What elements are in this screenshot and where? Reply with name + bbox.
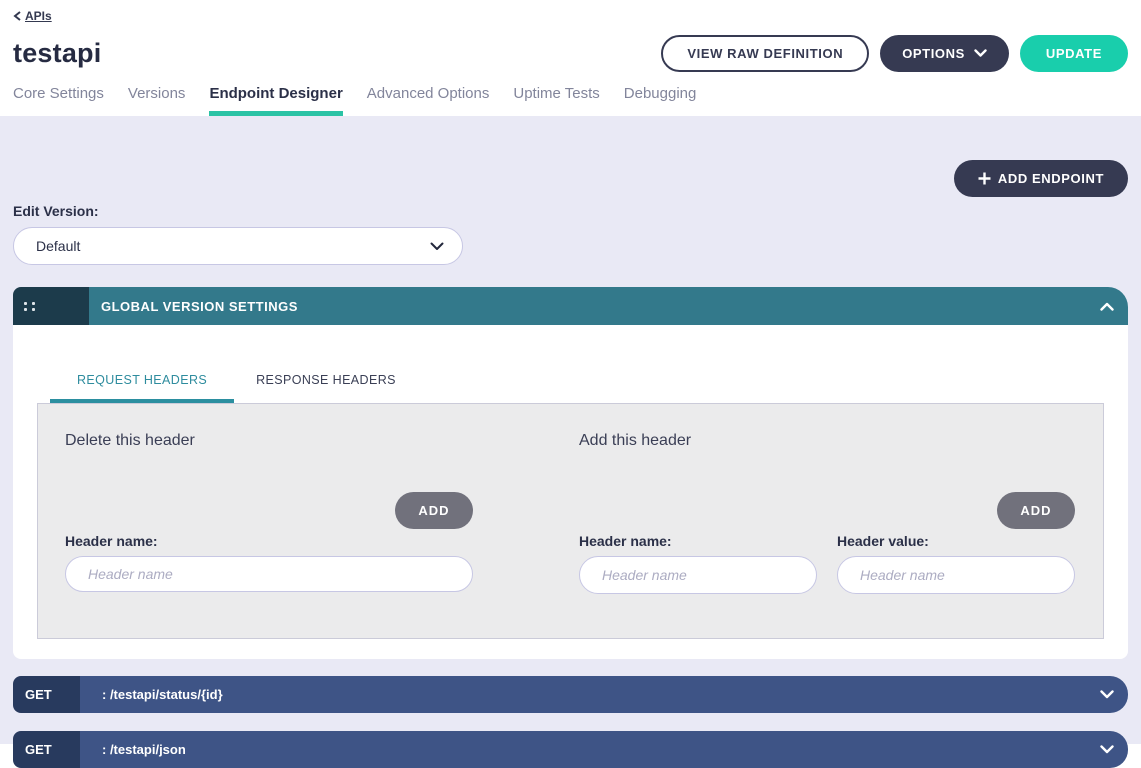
delete-header-section: Delete this header ADD Header name: bbox=[65, 432, 473, 592]
add-header-name-input[interactable] bbox=[579, 556, 817, 594]
page-title: testapi bbox=[13, 38, 101, 69]
tab-response-headers[interactable]: RESPONSE HEADERS bbox=[256, 373, 396, 403]
delete-header-name-input[interactable] bbox=[65, 556, 473, 592]
add-header-name-label: Header name: bbox=[579, 533, 817, 550]
add-endpoint-button[interactable]: ADD ENDPOINT bbox=[954, 160, 1128, 197]
global-version-settings-title: GLOBAL VERSION SETTINGS bbox=[101, 299, 298, 314]
options-button[interactable]: OPTIONS bbox=[880, 35, 1009, 72]
delete-header-title: Delete this header bbox=[65, 432, 473, 450]
tab-versions[interactable]: Versions bbox=[128, 85, 186, 116]
endpoint-row[interactable]: GET : /testapi/json bbox=[13, 731, 1128, 768]
main-tabs: Core Settings Versions Endpoint Designer… bbox=[13, 85, 1128, 116]
global-version-settings-card: GLOBAL VERSION SETTINGS REQUEST HEADERS … bbox=[13, 287, 1128, 659]
global-version-settings-body: REQUEST HEADERS RESPONSE HEADERS Delete … bbox=[13, 325, 1128, 659]
view-raw-definition-button[interactable]: VIEW RAW DEFINITION bbox=[661, 35, 869, 72]
request-headers-panel: Delete this header ADD Header name: Add … bbox=[37, 403, 1104, 639]
breadcrumb-label: APIs bbox=[25, 9, 52, 23]
drag-handle-icon bbox=[24, 302, 27, 305]
add-header-value-group: Header value: bbox=[837, 529, 1075, 594]
chevron-down-icon bbox=[974, 49, 987, 58]
header-actions: VIEW RAW DEFINITION OPTIONS UPDATE bbox=[661, 35, 1128, 72]
delete-header-add-button[interactable]: ADD bbox=[395, 492, 473, 529]
global-version-settings-header[interactable]: GLOBAL VERSION SETTINGS bbox=[13, 287, 1128, 325]
drag-handle[interactable] bbox=[13, 287, 89, 325]
add-endpoint-label: ADD ENDPOINT bbox=[998, 171, 1104, 186]
endpoint-method-badge: GET bbox=[13, 731, 80, 768]
plus-icon bbox=[978, 172, 991, 185]
endpoint-method-badge: GET bbox=[13, 676, 80, 713]
add-header-value-label: Header value: bbox=[837, 533, 1075, 550]
endpoint-row[interactable]: GET : /testapi/status/{id} bbox=[13, 676, 1128, 713]
chevron-left-icon bbox=[13, 11, 22, 21]
chevron-down-icon bbox=[430, 242, 444, 251]
tab-core-settings[interactable]: Core Settings bbox=[13, 85, 104, 116]
update-button[interactable]: UPDATE bbox=[1020, 35, 1128, 72]
edit-version-value: Default bbox=[36, 238, 80, 254]
tab-debugging[interactable]: Debugging bbox=[624, 85, 697, 116]
edit-version-label: Edit Version: bbox=[13, 203, 1128, 219]
endpoint-designer-panel: ADD ENDPOINT Edit Version: Default GLOBA… bbox=[0, 116, 1141, 744]
add-header-name-group: Header name: bbox=[579, 529, 817, 594]
chevron-up-icon[interactable] bbox=[1100, 302, 1114, 311]
tab-uptime-tests[interactable]: Uptime Tests bbox=[513, 85, 599, 116]
add-header-value-input[interactable] bbox=[837, 556, 1075, 594]
breadcrumb[interactable]: APIs bbox=[13, 9, 52, 23]
add-header-title: Add this header bbox=[579, 432, 1075, 450]
options-button-label: OPTIONS bbox=[902, 46, 965, 61]
header-tabs: REQUEST HEADERS RESPONSE HEADERS bbox=[13, 325, 1128, 403]
add-header-add-button[interactable]: ADD bbox=[997, 492, 1075, 529]
tab-request-headers[interactable]: REQUEST HEADERS bbox=[50, 373, 234, 403]
tab-advanced-options[interactable]: Advanced Options bbox=[367, 85, 490, 116]
endpoint-path: : /testapi/status/{id} bbox=[102, 687, 223, 702]
tab-endpoint-designer[interactable]: Endpoint Designer bbox=[209, 85, 342, 116]
chevron-down-icon[interactable] bbox=[1100, 690, 1114, 699]
delete-header-name-label: Header name: bbox=[65, 533, 473, 550]
chevron-down-icon[interactable] bbox=[1100, 745, 1114, 754]
page-header: APIs testapi VIEW RAW DEFINITION OPTIONS… bbox=[0, 0, 1141, 116]
add-header-section: Add this header ADD Header name: Header … bbox=[579, 432, 1075, 592]
edit-version-select[interactable]: Default bbox=[13, 227, 463, 265]
endpoint-path: : /testapi/json bbox=[102, 742, 186, 757]
